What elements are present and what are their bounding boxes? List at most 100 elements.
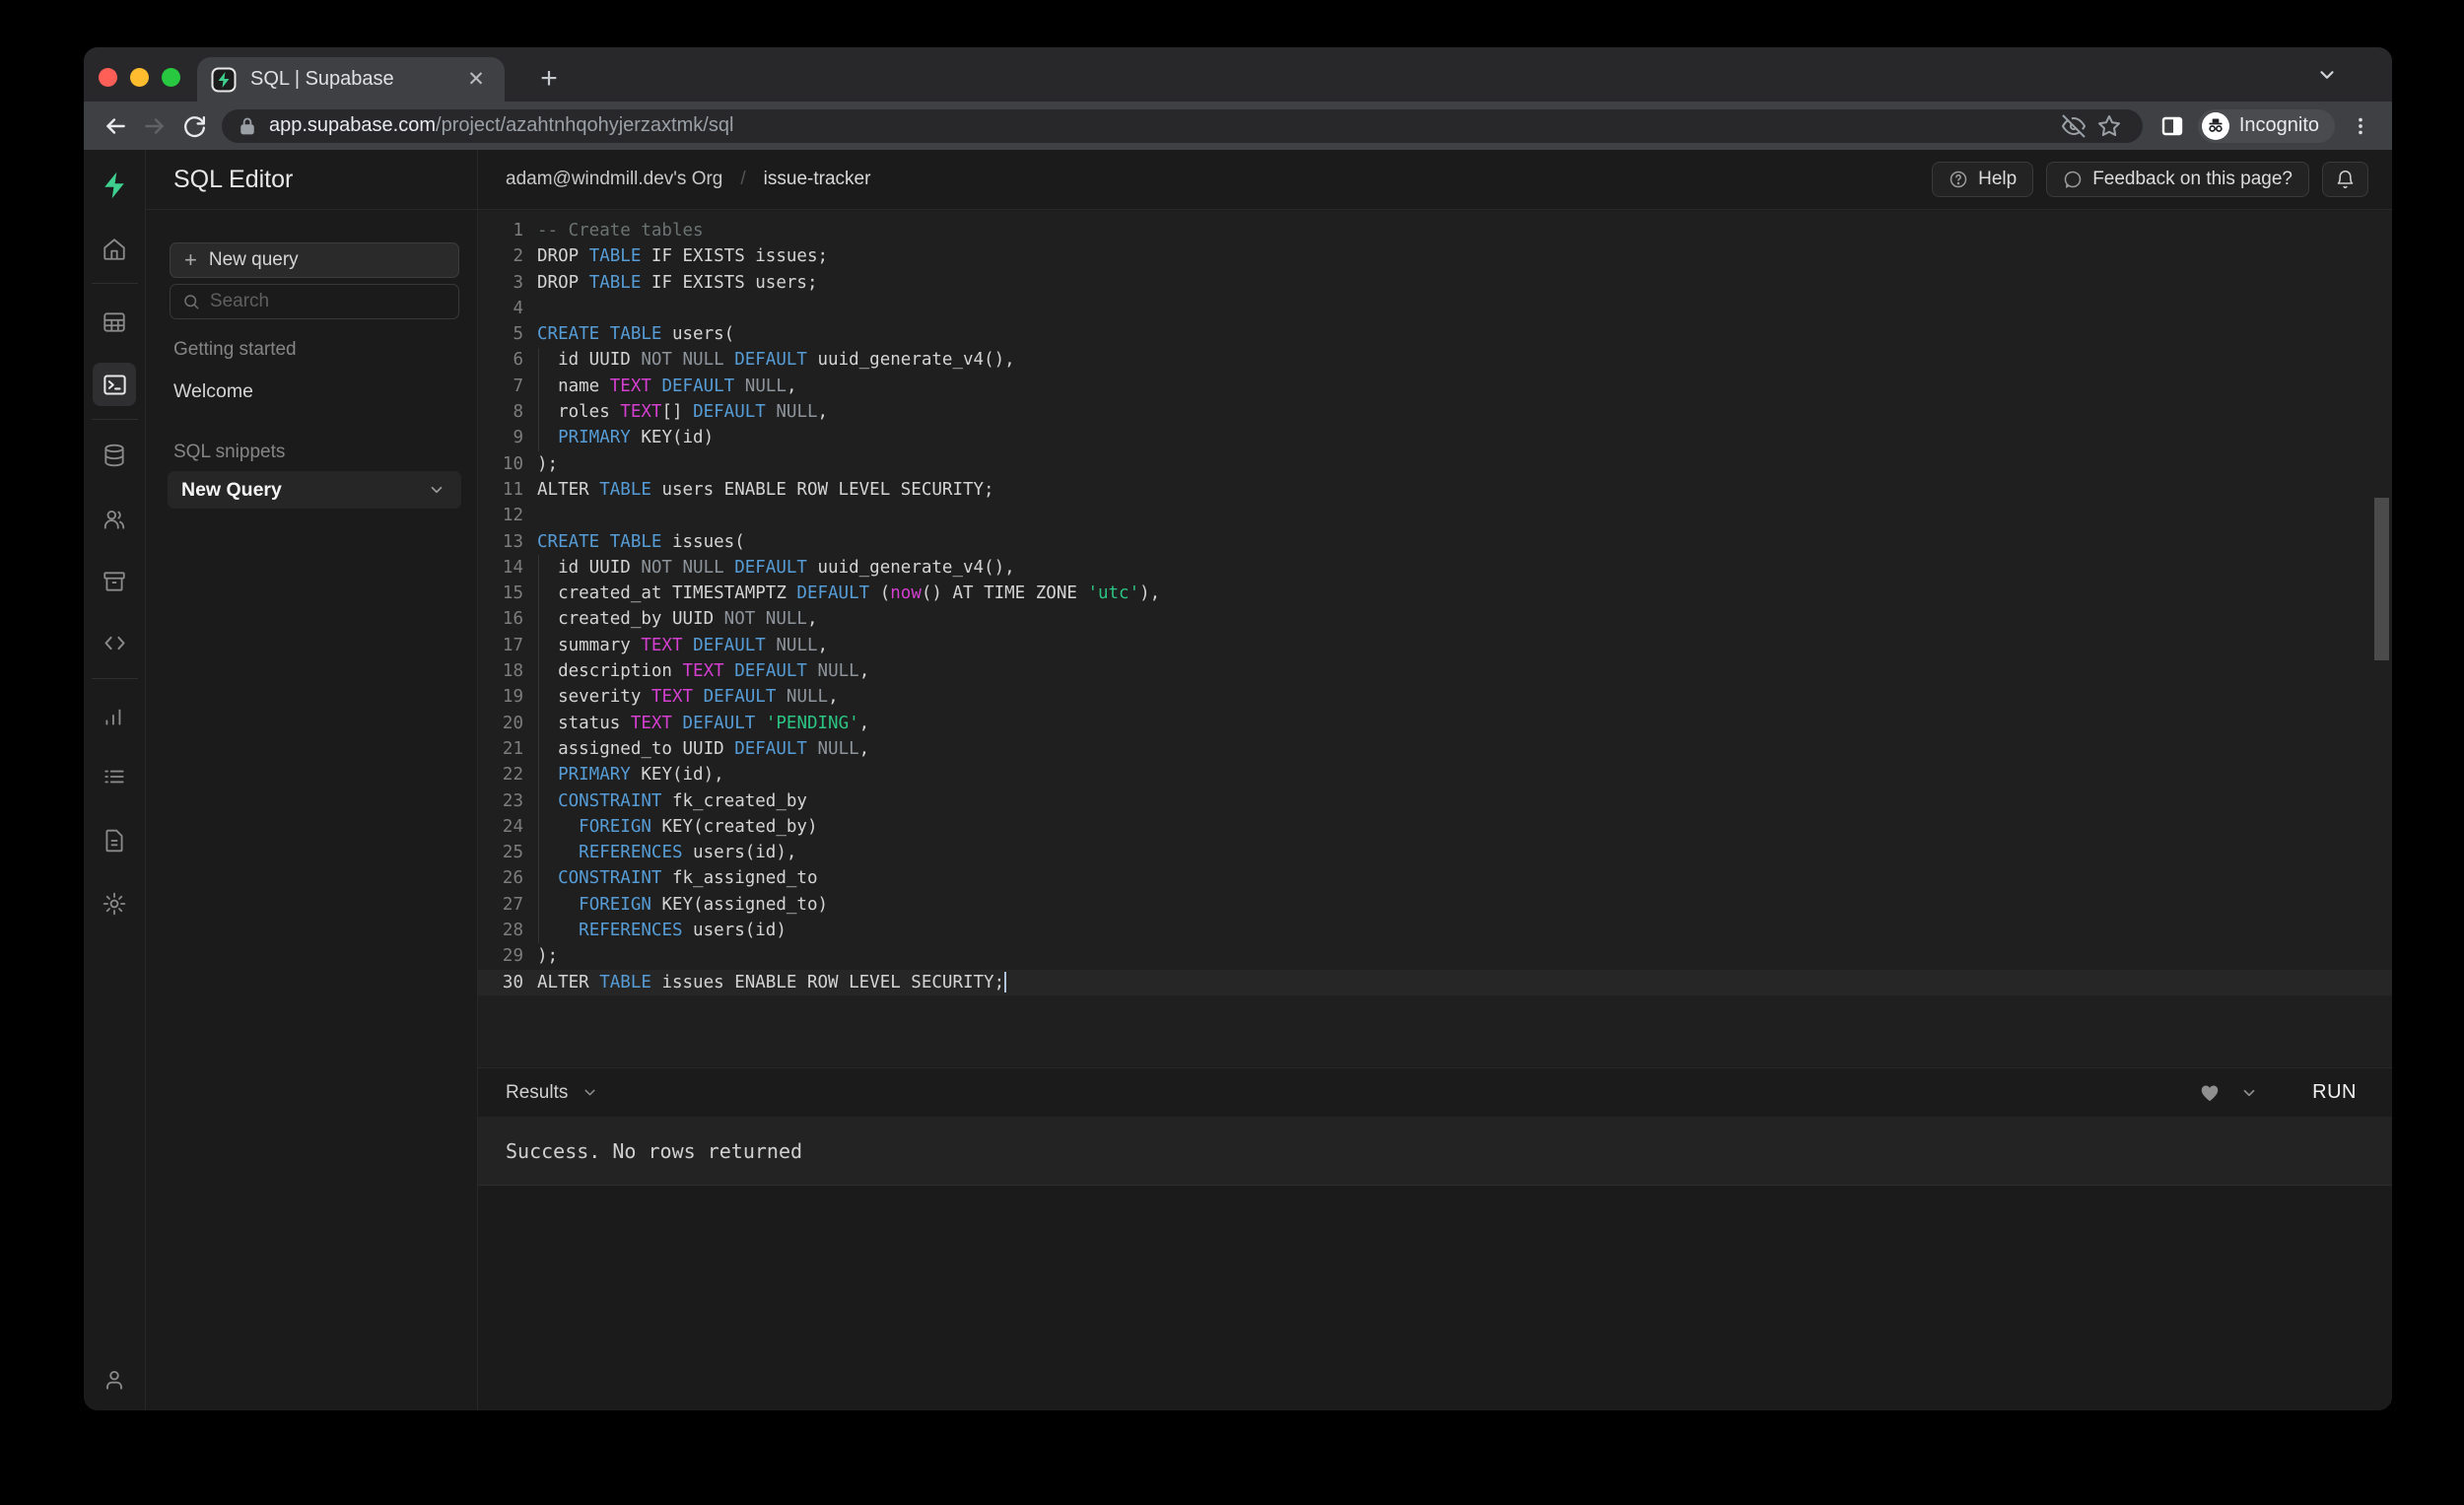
zoom-window-button[interactable] [162,68,180,87]
help-button[interactable]: Help [1932,162,2033,197]
favorite-heart-icon[interactable] [2190,1076,2229,1110]
line-number: 21 [478,736,523,762]
chevron-down-icon[interactable] [428,481,445,499]
code-line[interactable]: 1-- Create tables [478,218,2392,243]
new-query-button[interactable]: + New query [170,242,459,278]
line-number: 6 [478,347,523,373]
line-number: 4 [478,296,523,321]
search-input[interactable] [210,291,446,312]
help-circle-icon [1949,170,1968,189]
code-line[interactable]: 8 roles TEXT[] DEFAULT NULL, [478,399,2392,425]
code-line[interactable]: 18 description TEXT DEFAULT NULL, [478,658,2392,684]
code-line[interactable]: 10); [478,451,2392,477]
rail-item-settings[interactable] [93,882,136,925]
run-button[interactable]: RUN [2302,1075,2366,1110]
url-bar[interactable]: app.supabase.com/project/azahtnhqohyjerz… [222,109,2143,143]
rail-item-database[interactable] [93,434,136,477]
code-line[interactable]: 7 name TEXT DEFAULT NULL, [478,374,2392,399]
code-line[interactable]: 16 created_by UUID NOT NULL, [478,606,2392,632]
rail-item-storage[interactable] [93,560,136,603]
code-line[interactable]: 26 CONSTRAINT fk_assigned_to [478,865,2392,891]
code-line[interactable]: 4 [478,296,2392,321]
rail-item-table-editor[interactable] [93,301,136,344]
code-line[interactable]: 30ALTER TABLE issues ENABLE ROW LEVEL SE… [478,970,2392,995]
rail-item-api[interactable] [93,621,136,664]
code-line[interactable]: 17 summary TEXT DEFAULT NULL, [478,633,2392,658]
bookmark-star-icon[interactable] [2091,108,2127,144]
code-line[interactable]: 11ALTER TABLE users ENABLE ROW LEVEL SEC… [478,477,2392,503]
rail-item-logs[interactable] [93,755,136,798]
code-line[interactable]: 21 assigned_to UUID DEFAULT NULL, [478,736,2392,762]
code-line[interactable]: 27 FOREIGN KEY(assigned_to) [478,892,2392,918]
feedback-button[interactable]: Feedback on this page? [2046,162,2309,197]
code-lines: 1-- Create tables2DROP TABLE IF EXISTS i… [478,218,2392,995]
line-number: 25 [478,840,523,865]
run-options-chevron-icon[interactable] [2229,1076,2269,1110]
line-number: 2 [478,243,523,269]
line-number: 27 [478,892,523,918]
lock-icon [238,116,257,136]
incognito-badge: Incognito [2198,109,2335,143]
line-number: 19 [478,684,523,710]
code-line[interactable]: 6 id UUID NOT NULL DEFAULT uuid_generate… [478,347,2392,373]
code-line[interactable]: 29); [478,943,2392,969]
code-line[interactable]: 14 id UUID NOT NULL DEFAULT uuid_generat… [478,555,2392,581]
editor-scrollbar[interactable] [2374,498,2389,660]
supabase-logo [100,171,129,200]
code-line[interactable]: 9 PRIMARY KEY(id) [478,425,2392,450]
tab-search-chevron-icon[interactable] [2316,64,2338,86]
rail-item-account[interactable] [93,1358,136,1402]
code-line[interactable]: 5CREATE TABLE users( [478,321,2392,347]
line-number: 14 [478,555,523,581]
close-window-button[interactable] [99,68,117,87]
sql-editor-sidebar: SQL Editor + New query Getting started W… [146,150,478,1410]
search-box[interactable] [170,284,459,319]
code-line[interactable]: 19 severity TEXT DEFAULT NULL, [478,684,2392,710]
supabase-favicon [211,67,237,93]
tab-close-icon[interactable]: ✕ [461,65,491,95]
results-label: Results [506,1082,568,1104]
line-number: 13 [478,529,523,555]
sidebar-item-new-query-snippet[interactable]: New Query [168,471,461,509]
code-line[interactable]: 20 status TEXT DEFAULT 'PENDING', [478,711,2392,736]
code-line[interactable]: 15 created_at TIMESTAMPTZ DEFAULT (now()… [478,581,2392,606]
sql-code-editor[interactable]: 1-- Create tables2DROP TABLE IF EXISTS i… [478,210,2392,1067]
code-line[interactable]: 13CREATE TABLE issues( [478,529,2392,555]
line-number: 16 [478,606,523,632]
code-line[interactable]: 23 CONSTRAINT fk_created_by [478,788,2392,814]
browser-menu-kebab-icon[interactable] [2341,106,2380,146]
rail-item-supabase-home[interactable] [93,164,136,207]
rail-item-reports[interactable] [93,695,136,738]
browser-tab[interactable]: SQL | Supabase ✕ [197,57,505,102]
minimize-window-button[interactable] [130,68,149,87]
forward-button[interactable] [135,106,174,146]
rail-divider [92,419,138,420]
url-path: /project/azahtnhqohyjerzaxtmk/sql [436,114,733,136]
plus-icon: + [184,247,197,273]
auth-users-icon [102,507,127,532]
breadcrumb-project[interactable]: issue-tracker [764,169,871,190]
side-panel-icon[interactable] [2153,106,2192,146]
new-tab-button[interactable]: + [529,59,569,99]
back-button[interactable] [96,106,135,146]
results-tab[interactable]: Results [506,1082,2190,1104]
line-number: 29 [478,943,523,969]
code-line[interactable]: 2DROP TABLE IF EXISTS issues; [478,243,2392,269]
code-line[interactable]: 12 [478,503,2392,528]
rail-item-auth[interactable] [93,498,136,541]
notifications-button[interactable] [2322,162,2368,197]
code-line[interactable]: 22 PRIMARY KEY(id), [478,762,2392,787]
line-number: 30 [478,970,523,995]
line-number: 7 [478,374,523,399]
code-line[interactable]: 24 FOREIGN KEY(created_by) [478,814,2392,840]
rail-item-docs[interactable] [93,819,136,862]
breadcrumb-org[interactable]: adam@windmill.dev's Org [506,169,722,190]
code-line[interactable]: 3DROP TABLE IF EXISTS users; [478,270,2392,296]
rail-item-home[interactable] [93,228,136,271]
reload-button[interactable] [174,106,214,146]
sidebar-item-welcome[interactable]: Welcome [173,380,253,403]
code-line[interactable]: 25 REFERENCES users(id), [478,840,2392,865]
code-line[interactable]: 28 REFERENCES users(id) [478,918,2392,943]
rail-item-sql-editor[interactable] [93,363,136,406]
password-eye-off-icon[interactable] [2056,108,2091,144]
